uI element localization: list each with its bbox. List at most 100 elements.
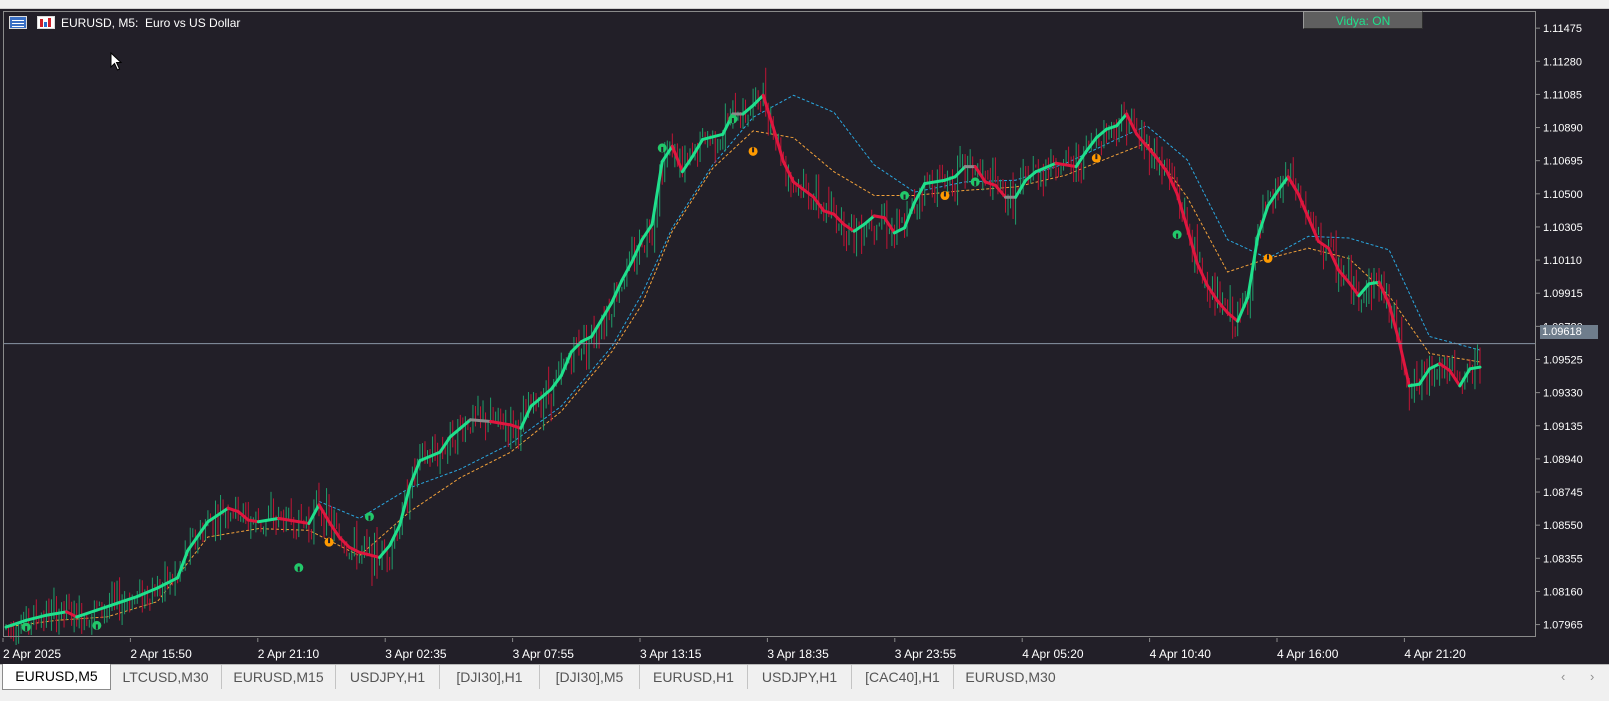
buy-signal-mark xyxy=(1176,233,1179,239)
price-chart[interactable]: 1.11475 1.11280 1.11085 1.10890 1.10695 1.105… xyxy=(0,9,1609,664)
y-tick-label: 1.08355 xyxy=(1543,553,1583,565)
chart-bars-icon[interactable] xyxy=(37,16,55,29)
y-tick-label: 1.09330 xyxy=(1543,388,1583,400)
y-tick-label: 1.10500 xyxy=(1543,189,1583,201)
vidya-segment xyxy=(953,165,967,179)
sell-signal-mark xyxy=(1266,254,1269,260)
x-tick-label: 2 Apr 15:50 xyxy=(130,647,192,661)
tab-cac40-h1[interactable]: [CAC40],H1 xyxy=(852,665,954,689)
y-tick-label: 1.07965 xyxy=(1543,620,1583,632)
time-axis: 2 Apr 2025 2 Apr 15:50 2 Apr 21:10 3 Apr 02… xyxy=(2,638,1466,661)
tab-dji30-h1[interactable]: [DJI30],H1 xyxy=(440,665,540,689)
vidya-segment xyxy=(1296,192,1310,220)
y-tick-label: 1.11085 xyxy=(1543,89,1582,101)
signal-markers xyxy=(21,114,1273,632)
chart-window[interactable]: 1.11475 1.11280 1.11085 1.10890 1.10695 1.105… xyxy=(0,9,1609,664)
x-tick-label: 3 Apr 07:55 xyxy=(513,647,575,661)
y-tick-label: 1.09525 xyxy=(1543,354,1583,366)
y-tick-label: 1.08940 xyxy=(1543,454,1583,466)
vidya-segment xyxy=(832,212,846,226)
chart-tab-bar: EURUSD,M5 LTCUSD,M30 EURUSD,M15 USDJPY,H… xyxy=(0,664,1609,691)
vidya-segment xyxy=(943,175,957,182)
x-tick-label: 4 Apr 16:00 xyxy=(1277,647,1339,661)
vidya-segment xyxy=(297,520,311,525)
vidya-segment xyxy=(1054,161,1068,167)
tab-eurusd-m5[interactable]: EURUSD,M5 xyxy=(2,664,111,690)
vidya-segment xyxy=(489,420,513,427)
y-tick-label: 1.11280 xyxy=(1543,56,1582,68)
candles xyxy=(5,67,1481,645)
buy-signal-mark xyxy=(368,515,371,521)
vidya-segment xyxy=(1175,192,1189,230)
vidya-segment xyxy=(256,516,281,524)
buy-signal-mark xyxy=(974,180,977,186)
tab-eurusd-h1[interactable]: EURUSD,H1 xyxy=(640,665,748,689)
vidya-segment xyxy=(1094,127,1108,140)
x-tick-label: 2 Apr 2025 xyxy=(3,647,61,661)
vidya-bands xyxy=(5,94,1481,628)
mouse-pointer-icon xyxy=(110,52,123,71)
tab-usdjpy-h1-2[interactable]: USDJPY,H1 xyxy=(748,665,852,689)
tab-ltcusd-m30[interactable]: LTCUSD,M30 xyxy=(110,665,222,689)
current-price-label: 1.09618 xyxy=(1540,325,1598,339)
vidya-line xyxy=(4,93,1482,629)
sell-signal-mark xyxy=(1095,154,1098,160)
sell-signal-mark xyxy=(328,538,331,544)
tab-eurusd-m15[interactable]: EURUSD,M15 xyxy=(222,665,336,689)
vidya-segment xyxy=(226,506,240,514)
buy-signal-mark xyxy=(731,118,734,124)
vidya-segment xyxy=(277,516,301,524)
vidya-segment xyxy=(903,200,917,230)
x-tick-label: 3 Apr 23:55 xyxy=(895,647,957,661)
y-tick-label: 1.11475 xyxy=(1543,23,1582,35)
vidya-segment xyxy=(246,518,260,524)
tab-usdjpy-h1[interactable]: USDJPY,H1 xyxy=(336,665,440,689)
vidya-segment xyxy=(1397,340,1411,388)
vidya-segment xyxy=(559,350,573,378)
vidya-segment xyxy=(872,214,886,220)
y-tick-label: 1.08160 xyxy=(1543,586,1583,598)
vidya-toggle-button[interactable]: Vidya: ON xyxy=(1303,11,1423,29)
y-tick-label: 1.08550 xyxy=(1543,520,1583,532)
vidya-segment xyxy=(44,610,69,617)
vidya-segment xyxy=(1064,163,1078,169)
sell-signal-mark xyxy=(752,147,755,153)
vidya-segment xyxy=(923,178,947,186)
tab-dji30-m5[interactable]: [DJI30],M5 xyxy=(540,665,640,689)
x-tick-label: 3 Apr 18:35 xyxy=(767,647,829,661)
y-tick-label: 1.08745 xyxy=(1543,487,1583,499)
y-tick-label: 1.09915 xyxy=(1543,288,1583,300)
vidya-segment xyxy=(1104,124,1119,131)
vidya-segment xyxy=(983,180,997,187)
scroll-left-icon[interactable]: ‹ xyxy=(1561,669,1565,684)
buy-signal-mark xyxy=(903,194,906,200)
y-tick-label: 1.09135 xyxy=(1543,421,1583,433)
x-tick-label: 3 Apr 13:15 xyxy=(640,647,702,661)
vidya-segment xyxy=(509,423,523,430)
vidya-segment xyxy=(448,426,462,439)
buy-signal-mark xyxy=(661,146,664,152)
vidya-segment xyxy=(1327,246,1341,272)
vidya-segment xyxy=(741,103,755,116)
vidya-upper-band xyxy=(318,94,1481,519)
y-tick-label: 1.10695 xyxy=(1543,156,1583,168)
buy-signal-mark xyxy=(95,624,98,630)
x-tick-label: 2 Apr 21:10 xyxy=(258,647,320,661)
scroll-right-icon[interactable]: › xyxy=(1590,669,1594,684)
vidya-segment xyxy=(1468,365,1482,371)
x-tick-label: 4 Apr 05:20 xyxy=(1022,647,1084,661)
tab-eurusd-m30[interactable]: EURUSD,M30 xyxy=(954,665,1067,689)
vidya-segment xyxy=(468,418,493,424)
vidya-segment xyxy=(1407,382,1421,388)
sell-signal-mark xyxy=(943,191,946,197)
window-bottom-strip xyxy=(0,690,1609,701)
vidya-segment xyxy=(771,126,785,164)
window-top-strip xyxy=(0,0,1609,9)
vidya-lower-band xyxy=(5,130,1481,628)
list-view-icon[interactable] xyxy=(9,16,27,29)
x-tick-label: 4 Apr 10:40 xyxy=(1150,647,1212,661)
vidya-segment xyxy=(822,209,836,216)
y-tick-label: 1.10110 xyxy=(1543,255,1582,267)
buy-signal-mark xyxy=(25,626,28,632)
x-tick-label: 3 Apr 02:35 xyxy=(385,647,447,661)
